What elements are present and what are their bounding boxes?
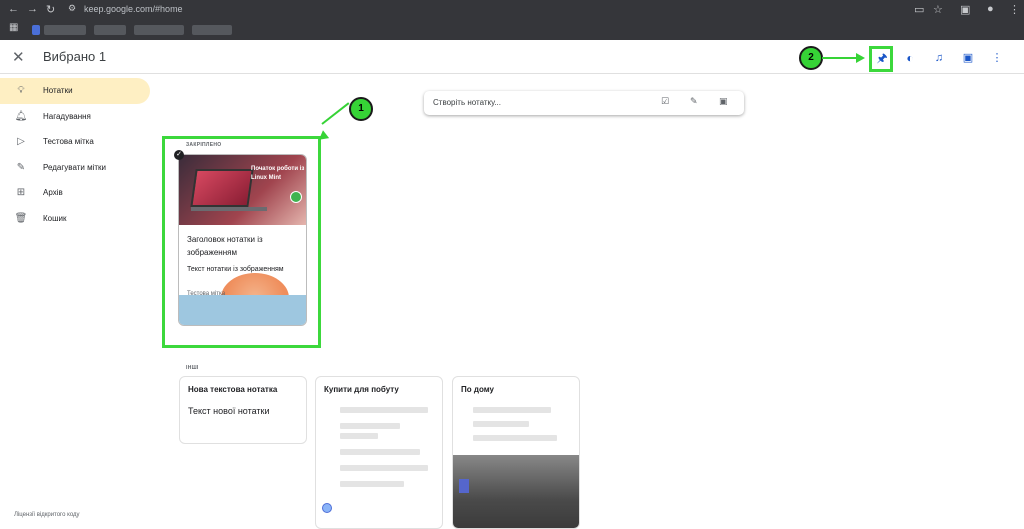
blurred-item [340, 423, 400, 429]
blurred-element [459, 479, 469, 493]
note-card[interactable]: Купити для побуту [315, 376, 443, 529]
browser-toolbar: ← → ↻ ⚙ keep.google.com/#home ▭ ☆ ▣ ● ⋮ … [0, 0, 1024, 40]
annotation-badge-2: 2 [799, 46, 823, 70]
lightbulb-icon: 💡︎ [17, 85, 25, 97]
bell-icon: 🔔︎ [14, 110, 28, 122]
note-title: Заголовок нотатки із зображенням [187, 235, 263, 257]
bookmark-item[interactable] [192, 25, 232, 35]
blurred-item [340, 433, 378, 439]
blurred-item [340, 449, 420, 455]
annotation-arrow-1 [321, 102, 350, 125]
sidebar-item-notes[interactable]: 💡︎ Нотатки [0, 78, 150, 104]
collaborator-avatar[interactable] [322, 503, 332, 513]
sidebar-item-label: Кошик [43, 213, 67, 223]
note-image: Початок роботи із Linux Mint [179, 155, 306, 225]
selection-count-title: Вибрано 1 [43, 49, 107, 64]
sidebar-item-trash[interactable]: 🗑︎ Кошик [0, 206, 150, 232]
image-caption: Початок роботи із Linux Mint [251, 166, 305, 181]
label-icon: ▷ [17, 136, 25, 148]
open-source-licenses-link[interactable]: Ліцензії відкритого коду [14, 512, 80, 518]
bookmark-item[interactable] [44, 25, 86, 35]
linux-mint-logo-icon [290, 191, 302, 203]
profile-icon[interactable]: ● [987, 3, 994, 15]
more-vert-icon[interactable]: ⋮ [988, 49, 1006, 67]
note-title: Купити для побуту [324, 385, 399, 394]
note-label-chip[interactable]: Тестова мітка [187, 291, 225, 297]
sidebar-item-label: Редагувати мітки [43, 162, 106, 172]
selected-check-icon[interactable]: ✓ [174, 150, 184, 160]
sidebar-item-test-label[interactable]: ▷ Тестова мітка [0, 129, 150, 155]
sidebar-item-label: Тестова мітка [43, 137, 94, 147]
annotation-badge-1: 1 [349, 97, 373, 121]
bookmark-item[interactable] [134, 25, 184, 35]
blurred-image [453, 455, 579, 528]
palette-icon[interactable]: ◐ [901, 49, 919, 67]
bookmark-star-icon[interactable]: ☆ [933, 3, 943, 16]
sidebar-item-edit-labels[interactable]: ✎ Редагувати мітки [0, 155, 150, 181]
laptop-image [190, 169, 254, 207]
bookmark-item[interactable] [94, 25, 126, 35]
sidebar-item-archive[interactable]: ⊞ Архів [0, 180, 150, 206]
note-text: Текст нотатки із зображенням [187, 266, 284, 273]
note-text: Текст нової нотатки [188, 406, 270, 416]
create-note-placeholder[interactable]: Створіть нотатку... [433, 98, 501, 107]
note-card[interactable]: По дому [452, 376, 580, 529]
reminder-bell-icon[interactable]: ♫ [930, 49, 948, 67]
blurred-item [473, 421, 529, 427]
note-title: Нова текстова нотатка [188, 385, 278, 394]
archive-icon: ⊞ [16, 187, 26, 199]
blurred-item [473, 435, 557, 441]
blurred-item [340, 481, 404, 487]
archive-icon[interactable]: ▣ [959, 49, 977, 67]
annotation-arrow-2 [822, 57, 858, 59]
new-drawing-icon[interactable]: ✎ [690, 96, 698, 107]
reload-icon[interactable]: ↻ [46, 3, 55, 16]
forward-icon[interactable]: → [27, 3, 38, 15]
sidebar-item-label: Нотатки [43, 86, 73, 96]
sidebar-item-label: Архів [43, 188, 63, 198]
create-note-bar[interactable]: Створіть нотатку... ☑ ✎ ▣ [424, 91, 744, 115]
background-sea [179, 295, 306, 325]
back-icon[interactable]: ← [8, 3, 19, 15]
blurred-item [340, 407, 428, 413]
bookmark-item[interactable] [32, 25, 40, 35]
blurred-item [473, 407, 551, 413]
laptop-base [191, 207, 267, 211]
sidebar-item-reminders[interactable]: 🔔︎ Нагадування [0, 104, 150, 130]
site-info-icon[interactable]: ⚙ [68, 3, 76, 14]
trash-icon: 🗑︎ [14, 212, 28, 224]
sidebar: 💡︎ Нотатки 🔔︎ Нагадування ▷ Тестова мітк… [0, 78, 150, 231]
extensions-icon[interactable]: ▣ [960, 3, 970, 16]
others-section-label: ІНШІ [186, 365, 199, 371]
new-list-icon[interactable]: ☑ [661, 96, 669, 107]
address-bar[interactable]: keep.google.com/#home [84, 4, 183, 14]
note-card[interactable]: Нова текстова нотатка Текст нової нотатк… [179, 376, 307, 444]
apps-grid-icon[interactable]: ▦ [9, 22, 18, 33]
close-selection-button[interactable]: ✕ [12, 48, 25, 66]
browser-menu-icon[interactable]: ⋮ [1009, 3, 1020, 16]
arrow-head-2 [856, 53, 865, 63]
pencil-icon: ✎ [16, 161, 26, 173]
pin-button-highlight [869, 46, 893, 72]
pinned-note-card[interactable]: Початок роботи із Linux Mint Заголовок н… [178, 154, 307, 326]
blurred-item [340, 465, 428, 471]
new-image-icon[interactable]: ▣ [719, 96, 728, 107]
note-title: По дому [461, 385, 494, 394]
sidebar-item-label: Нагадування [43, 111, 91, 121]
cast-icon[interactable]: ▭ [914, 3, 924, 16]
